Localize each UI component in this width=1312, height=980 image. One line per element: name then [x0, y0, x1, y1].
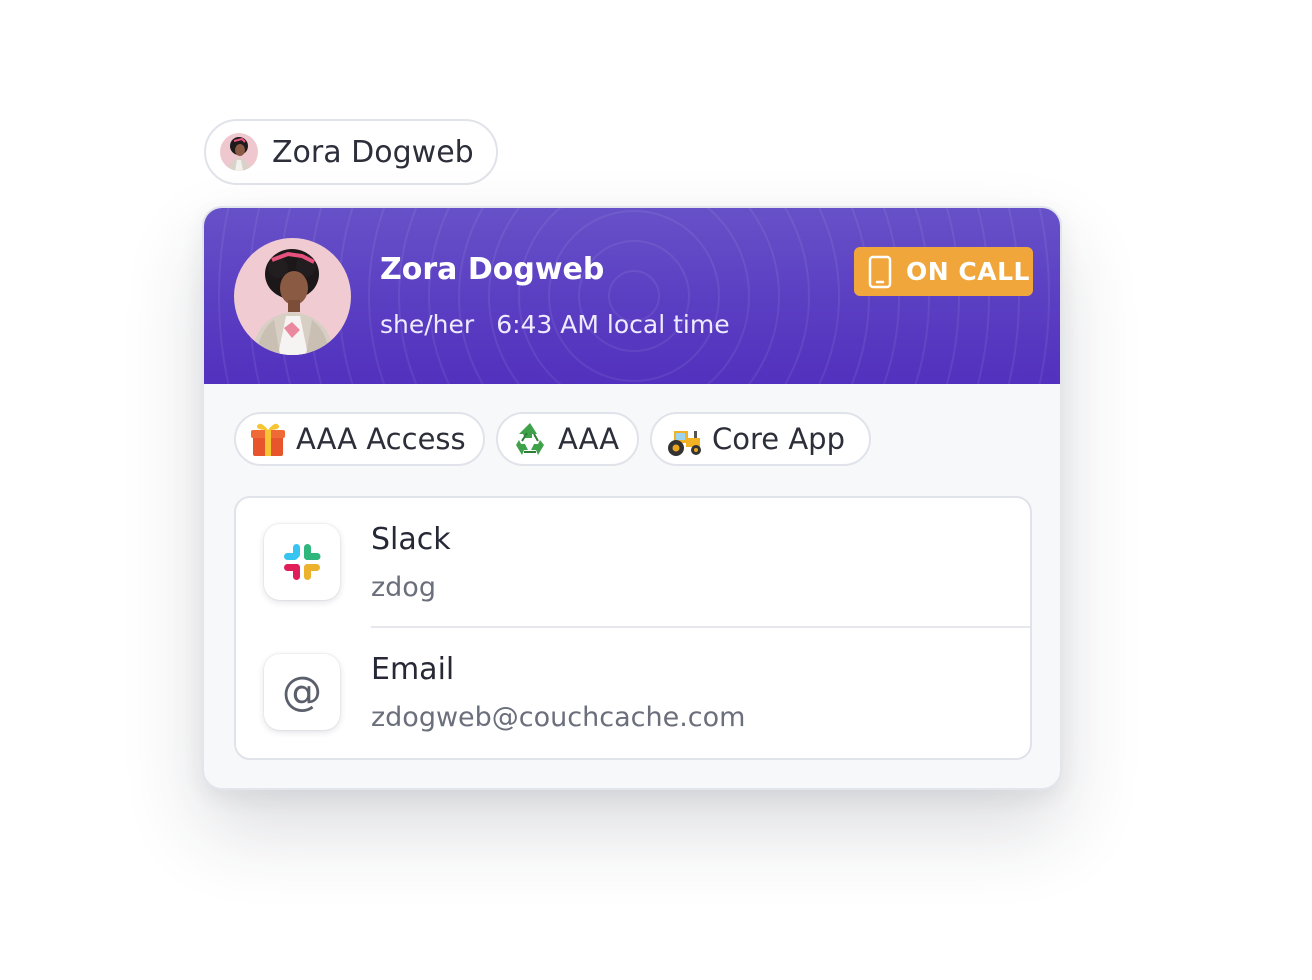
- tag-label: AAA: [558, 422, 620, 456]
- contact-row-email[interactable]: @ Email zdogweb@couchcache.com: [236, 628, 1030, 758]
- mobile-phone-icon: [868, 255, 892, 288]
- at-sign-icon: @: [282, 669, 322, 715]
- email-icon-tile: @: [264, 654, 340, 730]
- contact-value: zdog: [371, 572, 436, 603]
- tag-aaa-access[interactable]: AAA Access: [234, 412, 485, 466]
- slack-icon-tile: [264, 524, 340, 600]
- tag-core-app[interactable]: Core App: [650, 412, 871, 466]
- tractor-emoji-icon: [668, 431, 701, 456]
- profile-header: Zora Dogweb she/her 6:43 AM local time ON…: [204, 208, 1060, 384]
- pronouns: she/her: [380, 310, 475, 339]
- local-time: 6:43 AM local time: [496, 310, 730, 339]
- tag-label: AAA Access: [296, 422, 466, 456]
- contact-row-slack[interactable]: Slack zdog: [236, 498, 1030, 628]
- tag-label: Core App: [712, 422, 845, 456]
- contact-title: Email: [371, 652, 455, 687]
- recycle-emoji-icon: [516, 423, 544, 455]
- mention-avatar: [220, 133, 258, 171]
- profile-name: Zora Dogweb: [380, 252, 605, 287]
- tag-aaa[interactable]: AAA: [496, 412, 639, 466]
- contact-methods: Slack zdog @ Email zdogweb@couchcache.co…: [234, 496, 1032, 760]
- contact-value: zdogweb@couchcache.com: [371, 702, 746, 733]
- profile-avatar: [234, 238, 351, 355]
- on-call-label: ON CALL: [906, 257, 1030, 286]
- mention-name: Zora Dogweb: [272, 134, 474, 170]
- stage: Zora Dogweb Zora Dogweb she/her 6:43 AM …: [0, 0, 1312, 980]
- slack-icon: [284, 544, 321, 580]
- contact-title: Slack: [371, 522, 451, 557]
- user-mention-chip[interactable]: Zora Dogweb: [204, 119, 498, 185]
- profile-card: Zora Dogweb she/her 6:43 AM local time ON…: [202, 206, 1062, 790]
- on-call-badge: ON CALL: [854, 247, 1033, 296]
- profile-meta: she/her 6:43 AM local time: [380, 310, 730, 339]
- gift-emoji-icon: [251, 423, 285, 456]
